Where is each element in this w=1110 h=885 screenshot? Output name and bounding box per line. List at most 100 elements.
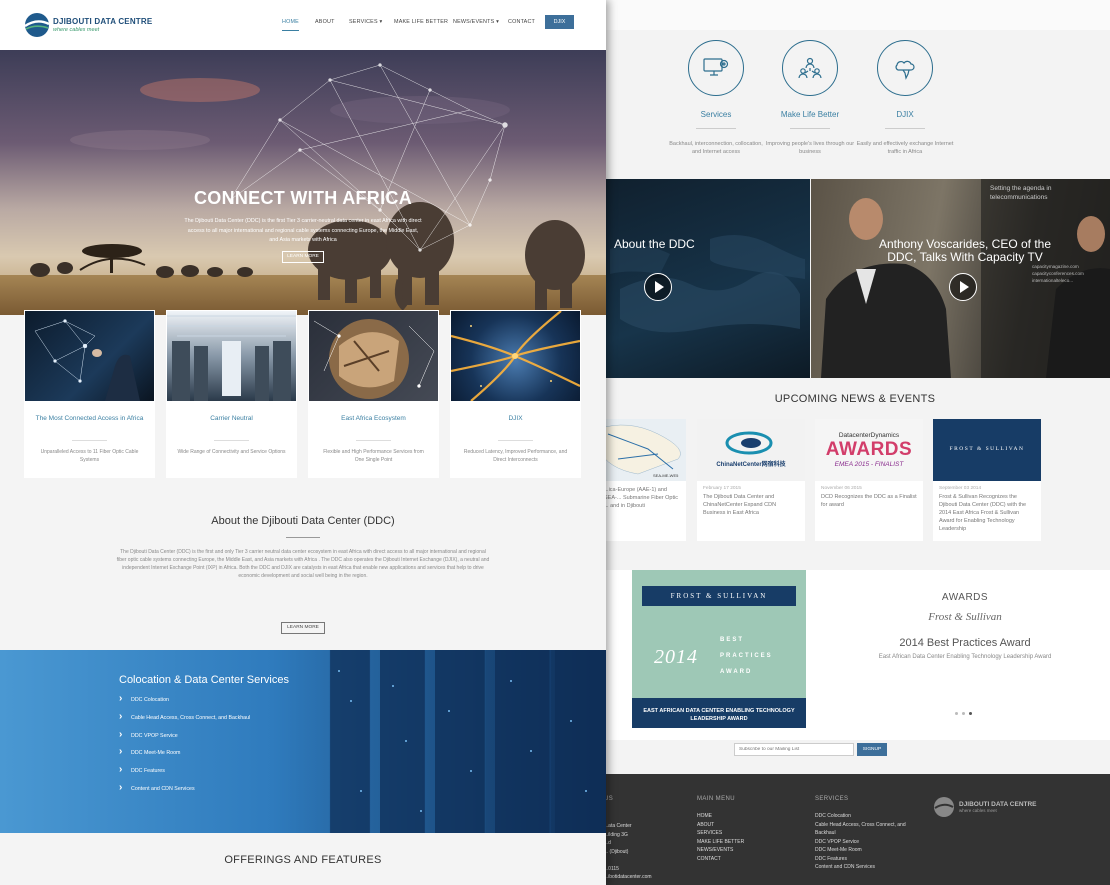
screenshot-stage: Services Backhaul, interconnection, coll…: [0, 0, 1110, 885]
nav-make-life-better[interactable]: MAKE LIFE BETTER: [394, 19, 448, 25]
news-item[interactable]: ChinaNetCenter网宿科技 February 17 2015 The …: [697, 419, 805, 541]
news-image-label: SEA-ME-WE5: [653, 473, 679, 478]
carousel-dot[interactable]: [955, 712, 958, 715]
video-capacity-tv[interactable]: Setting the agenda in telecommunications…: [811, 179, 1110, 378]
hero-learn-more-button[interactable]: LEARN MORE: [282, 251, 324, 263]
footer-text: ...0115: [604, 865, 619, 872]
footer-text: ...d: [604, 840, 611, 846]
about-learn-more-button[interactable]: LEARN MORE: [281, 622, 325, 634]
video-overlay-sites: capacitymagazine.com capacityconferences…: [1032, 263, 1084, 284]
colocation-link[interactable]: Cable Head Access, Cross Connect, and Ba…: [119, 711, 251, 722]
news-text: ...ica-Europe (AAE-1) and SEA-... Submar…: [604, 487, 678, 509]
nav-news-events[interactable]: NEWS/EVENTS ▾: [453, 19, 499, 25]
footer-link-email[interactable]: ...ibotidatacenter.com: [604, 873, 652, 882]
card-carrier-neutral[interactable]: Carrier Neutral Wide Range of Connectivi…: [166, 310, 297, 478]
news-item[interactable]: SEA-ME-WE5 ...ica-Europe (AAE-1) and SEA…: [600, 419, 686, 541]
colocation-link-label: DDC Features: [131, 768, 165, 774]
feature-djix[interactable]: DJIX Easily and effectively exchange Int…: [845, 40, 965, 156]
play-icon[interactable]: [644, 273, 672, 301]
video-about-ddc[interactable]: About the DDC: [600, 179, 810, 378]
nav-label: SERVICES: [349, 19, 378, 25]
colocation-link[interactable]: DDC Meet-Me Room: [119, 746, 180, 757]
card-title: Carrier Neutral: [210, 415, 253, 422]
footer-col-title: MAIN MENU: [697, 796, 735, 802]
news-item[interactable]: FROST & SULLIVAN September 03 2014 Frost…: [933, 419, 1041, 541]
awards-name: 2014 Best Practices Award: [899, 637, 1031, 649]
footer-logo-icon: [934, 797, 954, 817]
footer-link-service[interactable]: Content and CDN Services: [815, 863, 906, 872]
colocation-section: Colocation & Data Center Services DDC Co…: [0, 650, 606, 833]
offerings-title: OFFERINGS AND FEATURES: [224, 854, 382, 866]
carousel-dot[interactable]: [962, 712, 965, 715]
colocation-link[interactable]: DDC VPOP Service: [119, 729, 178, 740]
feature-desc: Easily and effectively exchange Internet…: [856, 141, 954, 155]
site-logo[interactable]: DJIBOUTI DATA CENTRE where cables meet: [24, 12, 152, 38]
about-title: About the Djibouti Data Center (DDC): [211, 515, 395, 527]
card-most-connected[interactable]: The Most Connected Access in Africa Unpa…: [24, 310, 155, 478]
award-badge-text: BEST PRACTICES AWARD: [720, 632, 780, 680]
card-east-africa-ecosystem[interactable]: East Africa Ecosystem Flexible and High …: [308, 310, 439, 478]
footer-link-about[interactable]: ABOUT: [697, 821, 744, 830]
card-image: [25, 311, 154, 401]
footer-main-menu: HOME ABOUT SERVICES MAKE LIFE BETTER NEW…: [697, 812, 744, 863]
award-badge-line: AWARD: [720, 669, 753, 675]
footer: US ...ata Center ...ilding 3G ...d ... (…: [600, 774, 1110, 885]
footer-link-home[interactable]: HOME: [697, 812, 744, 821]
carousel-dots: [955, 712, 972, 715]
djix-button[interactable]: DJIX: [545, 15, 574, 29]
card-image: [167, 311, 296, 401]
footer-link-service[interactable]: Backhaul: [815, 829, 906, 838]
footer-link-service[interactable]: DDC VPOP Service: [815, 838, 906, 847]
hero-banner: CONNECT WITH AFRICA The Djibouti Data Ce…: [0, 50, 606, 315]
video-title: Anthony Voscarides, CEO of the DDC, Talk…: [878, 237, 1052, 264]
nav-about[interactable]: ABOUT: [315, 19, 335, 25]
footer-contact-list: ...ata Center ...ilding 3G ...d ... (Dji…: [604, 822, 652, 882]
footer-link-make-life-better[interactable]: MAKE LIFE BETTER: [697, 838, 744, 847]
news-text: DCD Recognizes the DDC as a Finalist for…: [821, 494, 917, 508]
colocation-link[interactable]: DDC Features: [119, 764, 165, 775]
nav-home[interactable]: HOME: [282, 19, 299, 31]
chevron-down-icon: ▾: [496, 19, 500, 25]
nav-services[interactable]: SERVICES ▾: [349, 19, 382, 25]
card-title: DJIX: [508, 415, 523, 422]
footer-link-service[interactable]: DDC Colocation: [815, 812, 906, 821]
news-date: September 03 2014: [939, 486, 982, 491]
footer-logo[interactable]: DJIBOUTI DATA CENTRE where cables meet: [933, 796, 1037, 818]
card-image: [451, 311, 580, 401]
right-page-panel: Services Backhaul, interconnection, coll…: [600, 0, 1110, 885]
news-item[interactable]: DatacenterDynamics AWARDS EMEA 2015 - FI…: [815, 419, 923, 541]
colocation-link[interactable]: DDC Colocation: [119, 693, 169, 704]
footer-text: [604, 856, 652, 865]
signup-button[interactable]: SIGNUP: [857, 743, 887, 756]
colocation-link-label: Cable Head Access, Cross Connect, and Ba…: [131, 715, 251, 721]
footer-link-news-events[interactable]: NEWS/EVENTS: [697, 846, 744, 855]
hero-text: The Djibouti Data Center (DDC) is the fi…: [184, 218, 422, 243]
award-badge-bottom: EAST AFRICAN DATA CENTER ENABLING TECHNO…: [632, 698, 806, 728]
divider: [790, 128, 830, 129]
footer-link-services[interactable]: SERVICES: [697, 829, 744, 838]
news-image-label: EMEA 2015 - FINALIST: [834, 461, 904, 468]
card-djix[interactable]: DJIX Reduced Latency, Improved Performan…: [450, 310, 581, 478]
site-line: capacityconferences.com: [1032, 271, 1084, 276]
monitor-gear-icon: [688, 40, 744, 96]
footer-link-service[interactable]: Cable Head Access, Cross Connect, and: [815, 821, 906, 830]
offerings-section: OFFERINGS AND FEATURES: [0, 833, 606, 885]
right-top-strip: [600, 0, 1110, 30]
play-icon[interactable]: [949, 273, 977, 301]
news-text: Frost & Sullivan Recognizes the Djibouti…: [939, 494, 1027, 532]
award-badge-line: PRACTICES: [720, 653, 773, 659]
nav-label: NEWS/EVENTS: [453, 19, 495, 25]
colocation-title: Colocation & Data Center Services: [119, 674, 289, 686]
logo-tagline: where cables meet: [53, 27, 100, 33]
footer-col-title: SERVICES: [815, 796, 849, 802]
footer-link-contact[interactable]: CONTACT: [697, 855, 744, 864]
nav-contact[interactable]: CONTACT: [508, 19, 535, 25]
subscribe-email-input[interactable]: [734, 743, 854, 756]
colocation-link[interactable]: Content and CDN Services: [119, 782, 195, 793]
footer-link-service[interactable]: DDC Meet-Me Room: [815, 846, 906, 855]
video-title: About the DDC: [614, 237, 695, 251]
carousel-dot-active[interactable]: [969, 712, 972, 715]
footer-link-service[interactable]: DDC Features: [815, 855, 906, 864]
news-image-frost-sullivan: FROST & SULLIVAN: [933, 419, 1041, 481]
hero-background-image: [0, 50, 606, 315]
